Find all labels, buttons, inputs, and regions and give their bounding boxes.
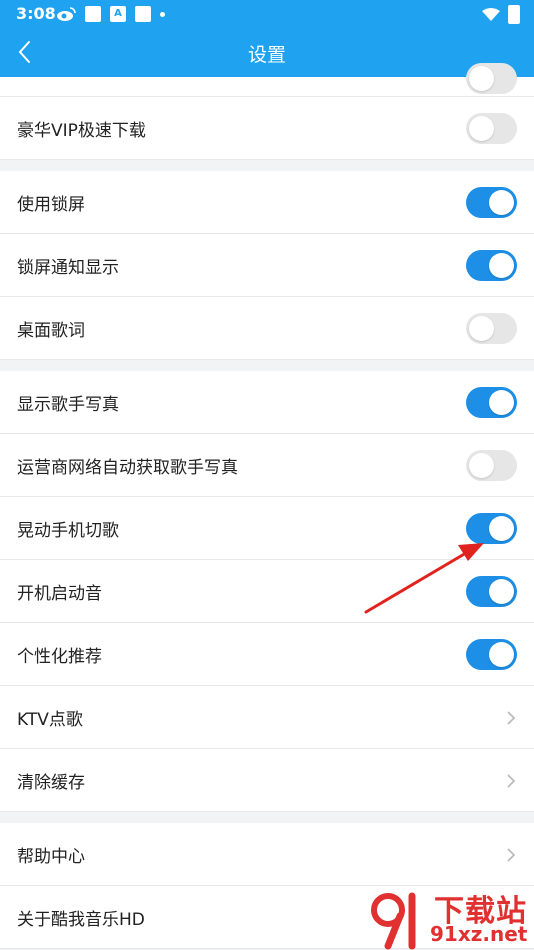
toggle-shake-switch[interactable] (466, 513, 517, 544)
row-personalized[interactable]: 个性化推荐 (0, 623, 534, 686)
row-clear-cache[interactable]: 清除缓存 (0, 749, 534, 812)
row-lock-notify[interactable]: 锁屏通知显示 (0, 234, 534, 297)
site-watermark: 下载站 91xz.net (366, 888, 534, 950)
settings-list: 豪华VIP极速下载 使用锁屏 锁屏通知显示 桌面歌词 显示歌手写真 运营商网络自… (0, 63, 534, 949)
row-vip-download[interactable]: 豪华VIP极速下载 (0, 97, 534, 160)
row-boot-sound[interactable]: 开机启动音 (0, 560, 534, 623)
row-label: 帮助中心 (17, 847, 85, 867)
partial-toggle[interactable] (466, 63, 517, 94)
row-label: 关于酷我音乐HD (17, 910, 145, 930)
status-bar: 3:08 A (0, 0, 534, 28)
toggle-knob (489, 516, 514, 541)
toggle-knob (489, 390, 514, 415)
toggle-personalized[interactable] (466, 639, 517, 670)
toggle-knob (489, 190, 514, 215)
watermark-logo-icon (371, 892, 416, 950)
row-desktop-lyrics[interactable]: 桌面歌词 (0, 297, 534, 360)
section-divider (0, 812, 534, 823)
more-notifications-dot-icon (160, 11, 165, 17)
row-label: 清除缓存 (17, 773, 85, 793)
toggle-carrier-photo[interactable] (466, 450, 517, 481)
row-label: 显示歌手写真 (17, 395, 119, 415)
weibo-icon (57, 7, 76, 21)
toggle-lock-notify[interactable] (466, 250, 517, 281)
row-label: 使用锁屏 (17, 195, 85, 215)
row-singer-photo[interactable]: 显示歌手写真 (0, 371, 534, 434)
row-label: KTV点歌 (17, 710, 83, 730)
row-label: 晃动手机切歌 (17, 521, 119, 541)
chevron-right-icon (507, 711, 516, 725)
notification-square-icon (135, 6, 151, 22)
row-carrier-photo[interactable]: 运营商网络自动获取歌手写真 (0, 434, 534, 497)
row-label: 开机启动音 (17, 584, 102, 604)
page-title: 设置 (247, 44, 286, 66)
row-label: 锁屏通知显示 (17, 258, 119, 278)
toggle-knob (469, 116, 494, 141)
row-label: 运营商网络自动获取歌手写真 (17, 458, 238, 478)
toggle-knob (469, 66, 494, 91)
row-shake-switch[interactable]: 晃动手机切歌 (0, 497, 534, 560)
row-ktv[interactable]: KTV点歌 (0, 686, 534, 749)
toggle-knob (489, 642, 514, 667)
toggle-singer-photo[interactable] (466, 387, 517, 418)
toggle-lock-screen[interactable] (466, 187, 517, 218)
toggle-knob (489, 253, 514, 278)
chevron-right-icon (507, 774, 516, 788)
row-label: 桌面歌词 (17, 321, 85, 341)
section-divider (0, 360, 534, 371)
row-lock-screen[interactable]: 使用锁屏 (0, 171, 534, 234)
partial-row (0, 63, 534, 97)
toggle-knob (469, 316, 494, 341)
row-label: 个性化推荐 (17, 647, 102, 667)
notification-icons: A (56, 6, 165, 22)
toggle-boot-sound[interactable] (466, 576, 517, 607)
title-bar: 设置 (0, 28, 534, 77)
toggle-knob (469, 453, 494, 478)
toggle-vip-download[interactable] (466, 113, 517, 144)
status-time: 3:08 (16, 4, 56, 23)
section-divider (0, 160, 534, 171)
row-label: 豪华VIP极速下载 (17, 121, 146, 141)
watermark-url: 91xz.net (430, 922, 528, 946)
wifi-icon (482, 7, 500, 21)
row-help[interactable]: 帮助中心 (0, 823, 534, 886)
battery-icon (508, 5, 520, 24)
notification-square-icon (85, 6, 101, 22)
notification-a-icon: A (110, 6, 126, 22)
chevron-right-icon (507, 848, 516, 862)
toggle-knob (489, 579, 514, 604)
toggle-desktop-lyrics[interactable] (466, 313, 517, 344)
